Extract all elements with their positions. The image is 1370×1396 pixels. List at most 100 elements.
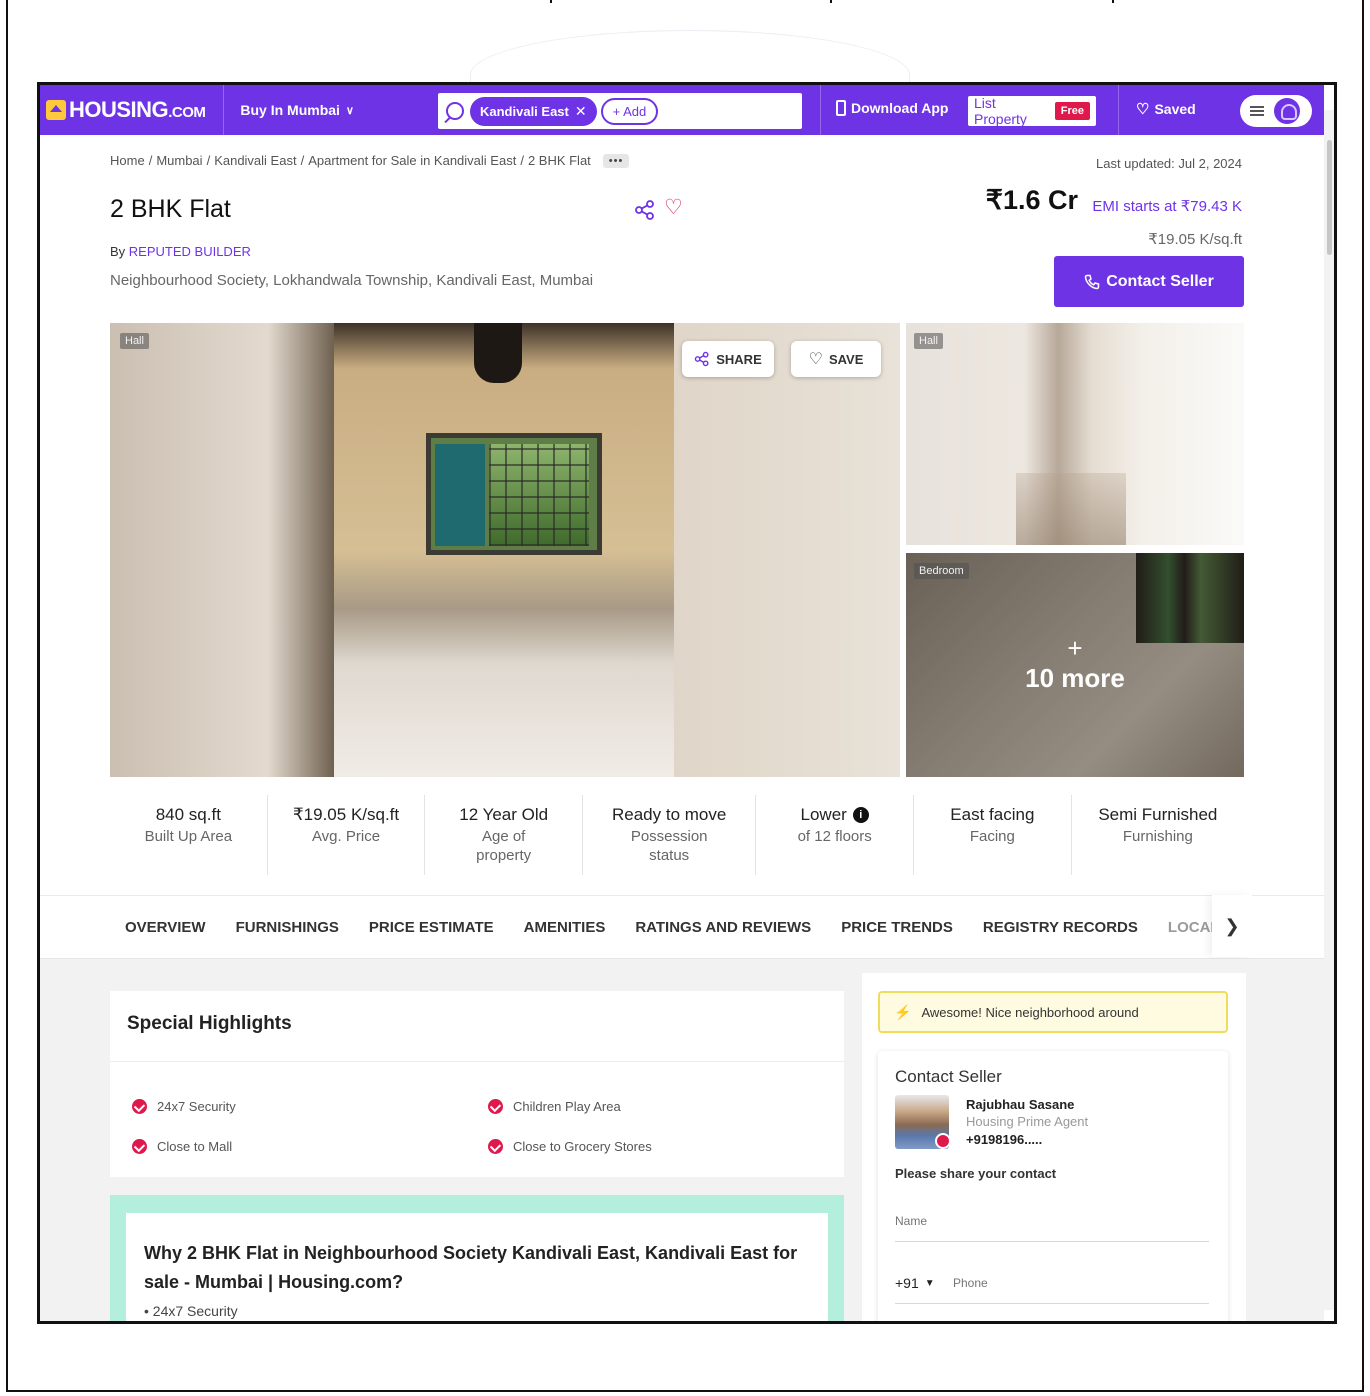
scrollbar-thumb[interactable]	[1327, 140, 1332, 255]
housing-logo[interactable]: HOUSING.COM	[46, 85, 225, 135]
room-window	[426, 433, 602, 555]
input-underline	[895, 1303, 1209, 1304]
tick-mark	[1112, 0, 1114, 3]
share-label: SHARE	[716, 351, 762, 367]
stat-value: Lower	[800, 805, 847, 824]
divider	[110, 1061, 844, 1062]
highlight-item: Children Play Area	[488, 1099, 621, 1114]
main-photo[interactable]: Hall SHARE ♡ SAVE	[110, 323, 900, 777]
breadcrumb-category[interactable]: Apartment for Sale in Kandivali East	[308, 153, 516, 168]
saved-label: Saved	[1154, 101, 1196, 117]
city-selector-label: Buy In Mumbai	[240, 102, 340, 118]
locality-chip-label: Kandivali East	[480, 103, 569, 119]
tab-registry-records[interactable]: REGISTRY RECORDS	[983, 919, 1138, 936]
chevron-right-icon[interactable]: ❯	[1212, 895, 1252, 957]
builder-link[interactable]: REPUTED BUILDER	[129, 244, 251, 259]
tab-overview[interactable]: OVERVIEW	[125, 919, 206, 936]
highlight-item: Close to Grocery Stores	[488, 1139, 652, 1154]
contact-card-title: Contact Seller	[895, 1067, 1002, 1086]
name-input[interactable]	[895, 1214, 1209, 1228]
why-title: Why 2 BHK Flat in Neighbourhood Society …	[144, 1243, 798, 1292]
breadcrumb-separator: /	[300, 153, 305, 168]
more-photos-label: 10 more	[1025, 662, 1125, 693]
side-photo-hall[interactable]: Hall	[906, 323, 1244, 545]
search-bar[interactable]: Kandivali East ✕ + Add	[438, 93, 802, 129]
photo-tag: Hall	[914, 333, 943, 349]
favorite-heart-icon[interactable]: ♡	[664, 195, 683, 220]
tab-price-trends[interactable]: PRICE TRENDS	[841, 919, 953, 936]
gallery-share-button[interactable]: SHARE	[682, 341, 774, 377]
chevron-down-icon: ∨	[345, 104, 354, 117]
city-selector[interactable]: Buy In Mumbai ∨	[240, 102, 354, 118]
by-prefix: By	[110, 244, 126, 259]
download-app-link[interactable]: Download App	[836, 100, 948, 116]
property-address: Neighbourhood Society, Lokhandwala Towns…	[110, 272, 594, 289]
agent-role: Housing Prime Agent	[966, 1114, 1089, 1129]
input-underline	[895, 1241, 1209, 1242]
logo-text: HOUSING.COM	[69, 97, 206, 122]
stat-value: 840 sq.ft	[155, 805, 221, 824]
why-item-label: 24x7 Security	[152, 1303, 238, 1319]
neighborhood-banner: ⚡ Awesome! Nice neighborhood around	[878, 991, 1228, 1033]
why-list-item: • 24x7 Security	[144, 1303, 238, 1319]
share-icon[interactable]	[634, 199, 656, 221]
check-circle-icon	[132, 1139, 147, 1154]
highlight-label: 24x7 Security	[157, 1099, 236, 1114]
contact-seller-card: Contact Seller Rajubhau Sasane Housing P…	[878, 1051, 1228, 1321]
highlights-title: Special Highlights	[127, 1013, 292, 1034]
stat-value: ₹19.05 K/sq.ft	[292, 805, 400, 824]
stat-label: Furnishing	[1122, 828, 1193, 845]
stat-label: Built Up Area	[144, 828, 233, 845]
country-code-value: +91	[895, 1275, 919, 1291]
search-icon	[446, 102, 464, 120]
stat-value-wrap: Lower i	[756, 805, 913, 825]
breadcrumb-city[interactable]: Mumbai	[156, 153, 202, 168]
tab-ratings-reviews[interactable]: RATINGS AND REVIEWS	[635, 919, 811, 936]
tab-furnishings[interactable]: FURNISHINGS	[236, 919, 339, 936]
user-avatar-icon	[1274, 98, 1300, 124]
top-header: HOUSING.COM Buy In Mumbai ∨ Kandivali Ea…	[40, 85, 1324, 135]
phone-input[interactable]	[953, 1276, 1203, 1290]
contact-seller-button[interactable]: Contact Seller	[1054, 256, 1244, 307]
tick-mark	[830, 0, 832, 3]
saved-link[interactable]: ♡ Saved	[1136, 100, 1196, 118]
photo-tag: Hall	[120, 333, 149, 349]
profile-menu-button[interactable]	[1240, 95, 1312, 127]
contact-seller-label: Contact Seller	[1106, 272, 1214, 290]
breadcrumb-locality[interactable]: Kandivali East	[214, 153, 296, 168]
highlight-item: Close to Mall	[132, 1139, 232, 1154]
check-circle-icon	[132, 1099, 147, 1114]
ceiling-fan	[474, 323, 522, 383]
stat-value: Ready to move	[612, 805, 727, 824]
emi-link[interactable]: EMI starts at ₹79.43 K	[1092, 197, 1242, 215]
stat-value: 12 Year Old	[459, 805, 549, 824]
key-stats: 840 sq.ft Built Up Area ₹19.05 K/sq.ft A…	[110, 795, 1244, 875]
stat-avg-price: ₹19.05 K/sq.ft Avg. Price	[268, 795, 426, 875]
last-updated: Last updated: Jul 2, 2024	[1095, 156, 1242, 171]
more-photos-button[interactable]: + 10 more	[906, 553, 1244, 777]
tab-amenities[interactable]: AMENITIES	[524, 919, 606, 936]
info-icon[interactable]: i	[852, 807, 869, 823]
gallery-save-button[interactable]: ♡ SAVE	[791, 341, 881, 377]
phone-call-icon	[1084, 274, 1100, 289]
plus-icon: +	[1067, 632, 1083, 663]
add-locality-button[interactable]: + Add	[600, 97, 659, 125]
country-code-select[interactable]: +91 ▼	[895, 1275, 935, 1291]
caret-down-icon: ▼	[924, 1277, 935, 1289]
neighborhood-banner-text: Awesome! Nice neighborhood around	[921, 1004, 1139, 1020]
highlight-label: Close to Grocery Stores	[513, 1139, 652, 1154]
breadcrumb-more-button[interactable]: •••	[602, 153, 630, 168]
tab-price-estimate[interactable]: PRICE ESTIMATE	[369, 919, 494, 936]
price-per-sqft: ₹19.05 K/sq.ft	[1148, 231, 1242, 248]
stat-floor: Lower i of 12 floors	[756, 795, 915, 875]
agent-name: Rajubhau Sasane	[966, 1097, 1075, 1112]
house-logo-icon	[46, 100, 66, 120]
page-scrollbar[interactable]	[1324, 110, 1334, 1310]
breadcrumb-home[interactable]: Home	[110, 153, 145, 168]
stat-label: Facing	[969, 828, 1015, 845]
locality-chip[interactable]: Kandivali East ✕	[470, 96, 597, 126]
why-card-inner: Why 2 BHK Flat in Neighbourhood Society …	[126, 1213, 828, 1321]
list-property-label: List Property	[974, 95, 1027, 127]
list-property-button[interactable]: List Property Free	[968, 95, 1096, 127]
close-icon[interactable]: ✕	[575, 103, 587, 120]
